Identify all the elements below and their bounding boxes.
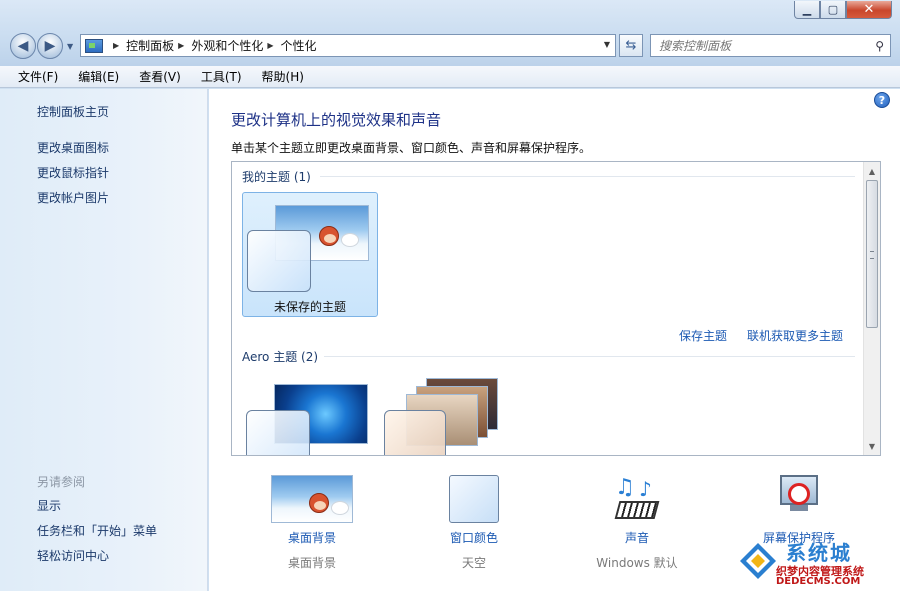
sidebar-display[interactable]: 显示 [37, 497, 61, 514]
scroll-up-icon[interactable]: ▲ [864, 163, 880, 179]
main-content: ? 更改计算机上的视觉效果和声音 单击某个主题立即更改桌面背景、窗口颜色、声音和… [209, 89, 900, 591]
watermark: 系统城 织梦内容管理系统 DEDECMS.COM [736, 537, 896, 589]
maximize-button[interactable]: ▢ [820, 1, 846, 19]
search-input[interactable] [659, 38, 859, 53]
window-controls: ▁ ▢ ✕ [794, 1, 892, 19]
mascot-icon [309, 493, 329, 513]
navigation-buttons: ◀ ▶ ▼ [10, 33, 73, 59]
page-title: 更改计算机上的视觉效果和声音 [231, 111, 442, 129]
search-box: ⚲ [650, 34, 891, 57]
my-themes-group-label: 我的主题 (1) [242, 170, 311, 184]
sounds-value: Windows 默认 [596, 556, 678, 570]
screensaver-icon [774, 475, 824, 523]
back-arrow-icon: ◀ [17, 38, 29, 54]
window-color-value: 天空 [461, 556, 486, 570]
refresh-button[interactable]: ⇆ [619, 34, 643, 57]
menu-view[interactable]: 查看(V) [127, 68, 189, 85]
theme-name: 未保存的主题 [273, 300, 346, 314]
desktop-background-setting[interactable]: 桌面背景 桌面背景 [252, 475, 372, 571]
breadcrumb-separator-icon[interactable]: ▶ [113, 41, 119, 50]
window-preview [246, 410, 310, 455]
sidebar-change-account-picture[interactable]: 更改帐户图片 [37, 189, 109, 206]
help-icon[interactable]: ? [874, 92, 890, 108]
menu-tools[interactable]: 工具(T) [189, 68, 250, 85]
cloud-character-icon [331, 501, 349, 515]
address-history-dropdown-icon[interactable]: ▼ [604, 40, 610, 49]
menu-bar: 文件(F) 编辑(E) 查看(V) 工具(T) 帮助(H) [0, 66, 900, 88]
breadcrumb-appearance[interactable]: 外观和个性化 [191, 37, 263, 54]
control-panel-icon [85, 38, 103, 53]
sidebar-change-desktop-icons[interactable]: 更改桌面图标 [37, 139, 109, 156]
theme-unsaved[interactable]: 未保存的主题 [242, 192, 378, 317]
group-divider [320, 176, 855, 177]
sounds-label[interactable]: 声音 [577, 529, 697, 546]
sidebar-change-mouse-pointers[interactable]: 更改鼠标指针 [37, 164, 109, 181]
watermark-title: 系统城 [786, 541, 852, 565]
see-also-heading: 另请参阅 [37, 475, 86, 489]
desktop-background-label[interactable]: 桌面背景 [252, 529, 372, 546]
keyboard-icon [614, 501, 660, 519]
breadcrumb-separator-icon[interactable]: ▶ [178, 41, 184, 50]
music-note-icon: ♫ [615, 475, 635, 500]
scrollbar-thumb[interactable] [866, 180, 878, 328]
desktop-background-value: 桌面背景 [287, 556, 336, 570]
breadcrumb-personalization[interactable]: 个性化 [281, 37, 317, 54]
sidebar-taskbar-start-menu[interactable]: 任务栏和「开始」菜单 [37, 522, 157, 539]
system-city-logo-icon [740, 543, 776, 579]
theme-list-scrollbar[interactable]: ▲ ▼ [863, 162, 880, 455]
breadcrumb-control-panel[interactable]: 控制面板 [126, 37, 174, 54]
address-bar[interactable]: ▶ 控制面板 ▶ 外观和个性化 ▶ 个性化 ▼ [80, 34, 616, 57]
window-preview [247, 230, 311, 292]
sidebar-ease-of-access[interactable]: 轻松访问中心 [37, 547, 109, 564]
page-subtitle: 单击某个主题立即更改桌面背景、窗口颜色、声音和屏幕保护程序。 [231, 141, 592, 155]
save-theme-link[interactable]: 保存主题 [679, 327, 727, 344]
group-divider [324, 356, 855, 357]
menu-help[interactable]: 帮助(H) [250, 68, 312, 85]
back-button[interactable]: ◀ [10, 33, 36, 59]
no-symbol-icon [788, 483, 810, 505]
sounds-icon: ♫ ♪ [611, 475, 663, 523]
forward-button[interactable]: ▶ [37, 33, 63, 59]
theme-landscapes[interactable] [380, 374, 516, 455]
minimize-button[interactable]: ▁ [794, 1, 820, 19]
sidebar: 控制面板主页 更改桌面图标 更改鼠标指针 更改帐户图片 另请参阅 显示 任务栏和… [0, 89, 208, 591]
desktop-background-icon [271, 475, 353, 523]
music-note-icon: ♪ [639, 477, 652, 501]
theme-list: 我的主题 (1) 未保存的主题 保存主题 联机获取更多主题 Aero 主题 (2… [231, 161, 881, 456]
menu-file[interactable]: 文件(F) [6, 68, 66, 85]
forward-arrow-icon: ▶ [44, 38, 56, 54]
window-color-label[interactable]: 窗口颜色 [414, 529, 534, 546]
magnifier-icon[interactable]: ⚲ [875, 39, 884, 53]
scroll-down-icon[interactable]: ▼ [864, 438, 880, 454]
mascot-icon [319, 226, 339, 246]
screensaver-setting[interactable]: 屏幕保护程序 [739, 475, 859, 546]
window-preview [384, 410, 446, 455]
window-color-setting[interactable]: 窗口颜色 天空 [414, 475, 534, 571]
close-button[interactable]: ✕ [846, 1, 892, 19]
sounds-setting[interactable]: ♫ ♪ 声音 Windows 默认 [577, 475, 697, 571]
refresh-icon: ⇆ [625, 38, 637, 53]
theme-windows7[interactable] [242, 374, 378, 455]
aero-themes-group-label: Aero 主题 (2) [242, 350, 319, 364]
breadcrumb-separator-icon[interactable]: ▶ [267, 41, 273, 50]
cloud-character-icon [341, 233, 359, 247]
get-more-themes-link[interactable]: 联机获取更多主题 [747, 327, 843, 344]
watermark-line2: DEDECMS.COM [776, 576, 861, 587]
window-chrome: ▁ ▢ ✕ ◀ ▶ ▼ ▶ 控制面板 ▶ 外观和个性化 ▶ 个性化 ▼ ⇆ ⚲ [0, 0, 900, 66]
window-color-icon [449, 475, 499, 523]
sidebar-control-panel-home[interactable]: 控制面板主页 [37, 103, 109, 120]
monitor-stand-icon [790, 505, 808, 511]
menu-edit[interactable]: 编辑(E) [66, 68, 127, 85]
recent-pages-dropdown-icon[interactable]: ▼ [67, 42, 73, 51]
